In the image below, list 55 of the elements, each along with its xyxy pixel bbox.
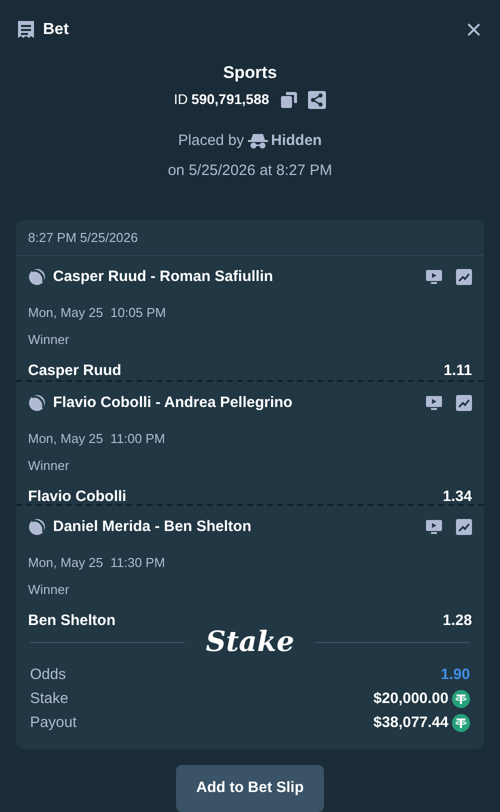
match-time: Mon, May 25 11:30 PM: [28, 554, 166, 572]
match-time: Mon, May 25 11:00 PM: [28, 430, 166, 448]
live-stream-button[interactable]: [426, 396, 442, 410]
slip-timestamp: 8:27 PM 5/25/2026: [28, 228, 138, 247]
copy-button[interactable]: [280, 90, 298, 108]
bet-id: 590,791,588: [191, 90, 270, 109]
live-stream-button[interactable]: [426, 520, 442, 534]
tv-play-icon: [426, 270, 442, 284]
selection-odds: 1.11: [444, 360, 472, 380]
tv-play-icon: [426, 520, 442, 534]
selection-name: Ben Shelton: [28, 610, 116, 630]
trend-chart-icon: [456, 395, 472, 412]
id-label: ID: [174, 90, 188, 109]
placed-by-user: Hidden: [271, 131, 322, 151]
placed-date: on 5/25/2026 at 8:27 PM: [168, 160, 332, 180]
live-stream-button[interactable]: [426, 270, 442, 284]
selection-name: Casper Ruud: [28, 360, 122, 380]
stats-button[interactable]: [456, 519, 472, 536]
amount-value: $38,077.44: [373, 712, 448, 733]
bet-category: Sports: [223, 62, 277, 84]
market-name: Winner: [28, 331, 70, 349]
stats-button[interactable]: [456, 395, 472, 412]
stats-button[interactable]: [456, 269, 472, 286]
amount-value: $20,000.00: [373, 688, 448, 709]
currency-coin-icon: [452, 714, 470, 732]
selection-odds: 1.34: [442, 486, 472, 506]
trend-chart-icon: [456, 269, 472, 286]
share-button[interactable]: [308, 90, 326, 108]
tennis-ball-icon: [28, 518, 46, 536]
dialog-title: Bet: [43, 20, 69, 40]
tennis-ball-icon: [28, 268, 46, 286]
incognito-icon: [248, 133, 268, 150]
add-to-bet-slip-button[interactable]: Add to Bet Slip: [176, 765, 324, 812]
receipt-icon: [16, 20, 36, 40]
match-title: Casper Ruud - Roman Safiullin: [53, 267, 274, 287]
tennis-ball-icon: [28, 394, 46, 412]
match-title: Flavio Cobolli - Andrea Pellegrino: [53, 393, 294, 413]
close-button[interactable]: ×: [464, 16, 484, 44]
brand-logo: Stake: [206, 628, 294, 656]
trend-chart-icon: [456, 519, 472, 536]
summary-label: Odds: [30, 664, 66, 685]
selection-odds: 1.28: [442, 610, 472, 630]
match-title: Daniel Merida - Ben Shelton: [53, 517, 252, 537]
currency-coin-icon: [452, 690, 470, 708]
copy-icon: [280, 90, 298, 108]
tv-play-icon: [426, 396, 442, 410]
market-name: Winner: [28, 457, 70, 475]
selection-name: Flavio Cobolli: [28, 486, 126, 506]
summary-label: Stake: [30, 688, 68, 709]
placed-by-label: Placed by: [178, 131, 244, 151]
odds-value: 1.90: [440, 664, 470, 685]
summary-label: Payout: [30, 712, 77, 733]
match-time: Mon, May 25 10:05 PM: [28, 304, 168, 322]
market-name: Winner: [28, 581, 70, 599]
share-icon: [308, 90, 326, 108]
